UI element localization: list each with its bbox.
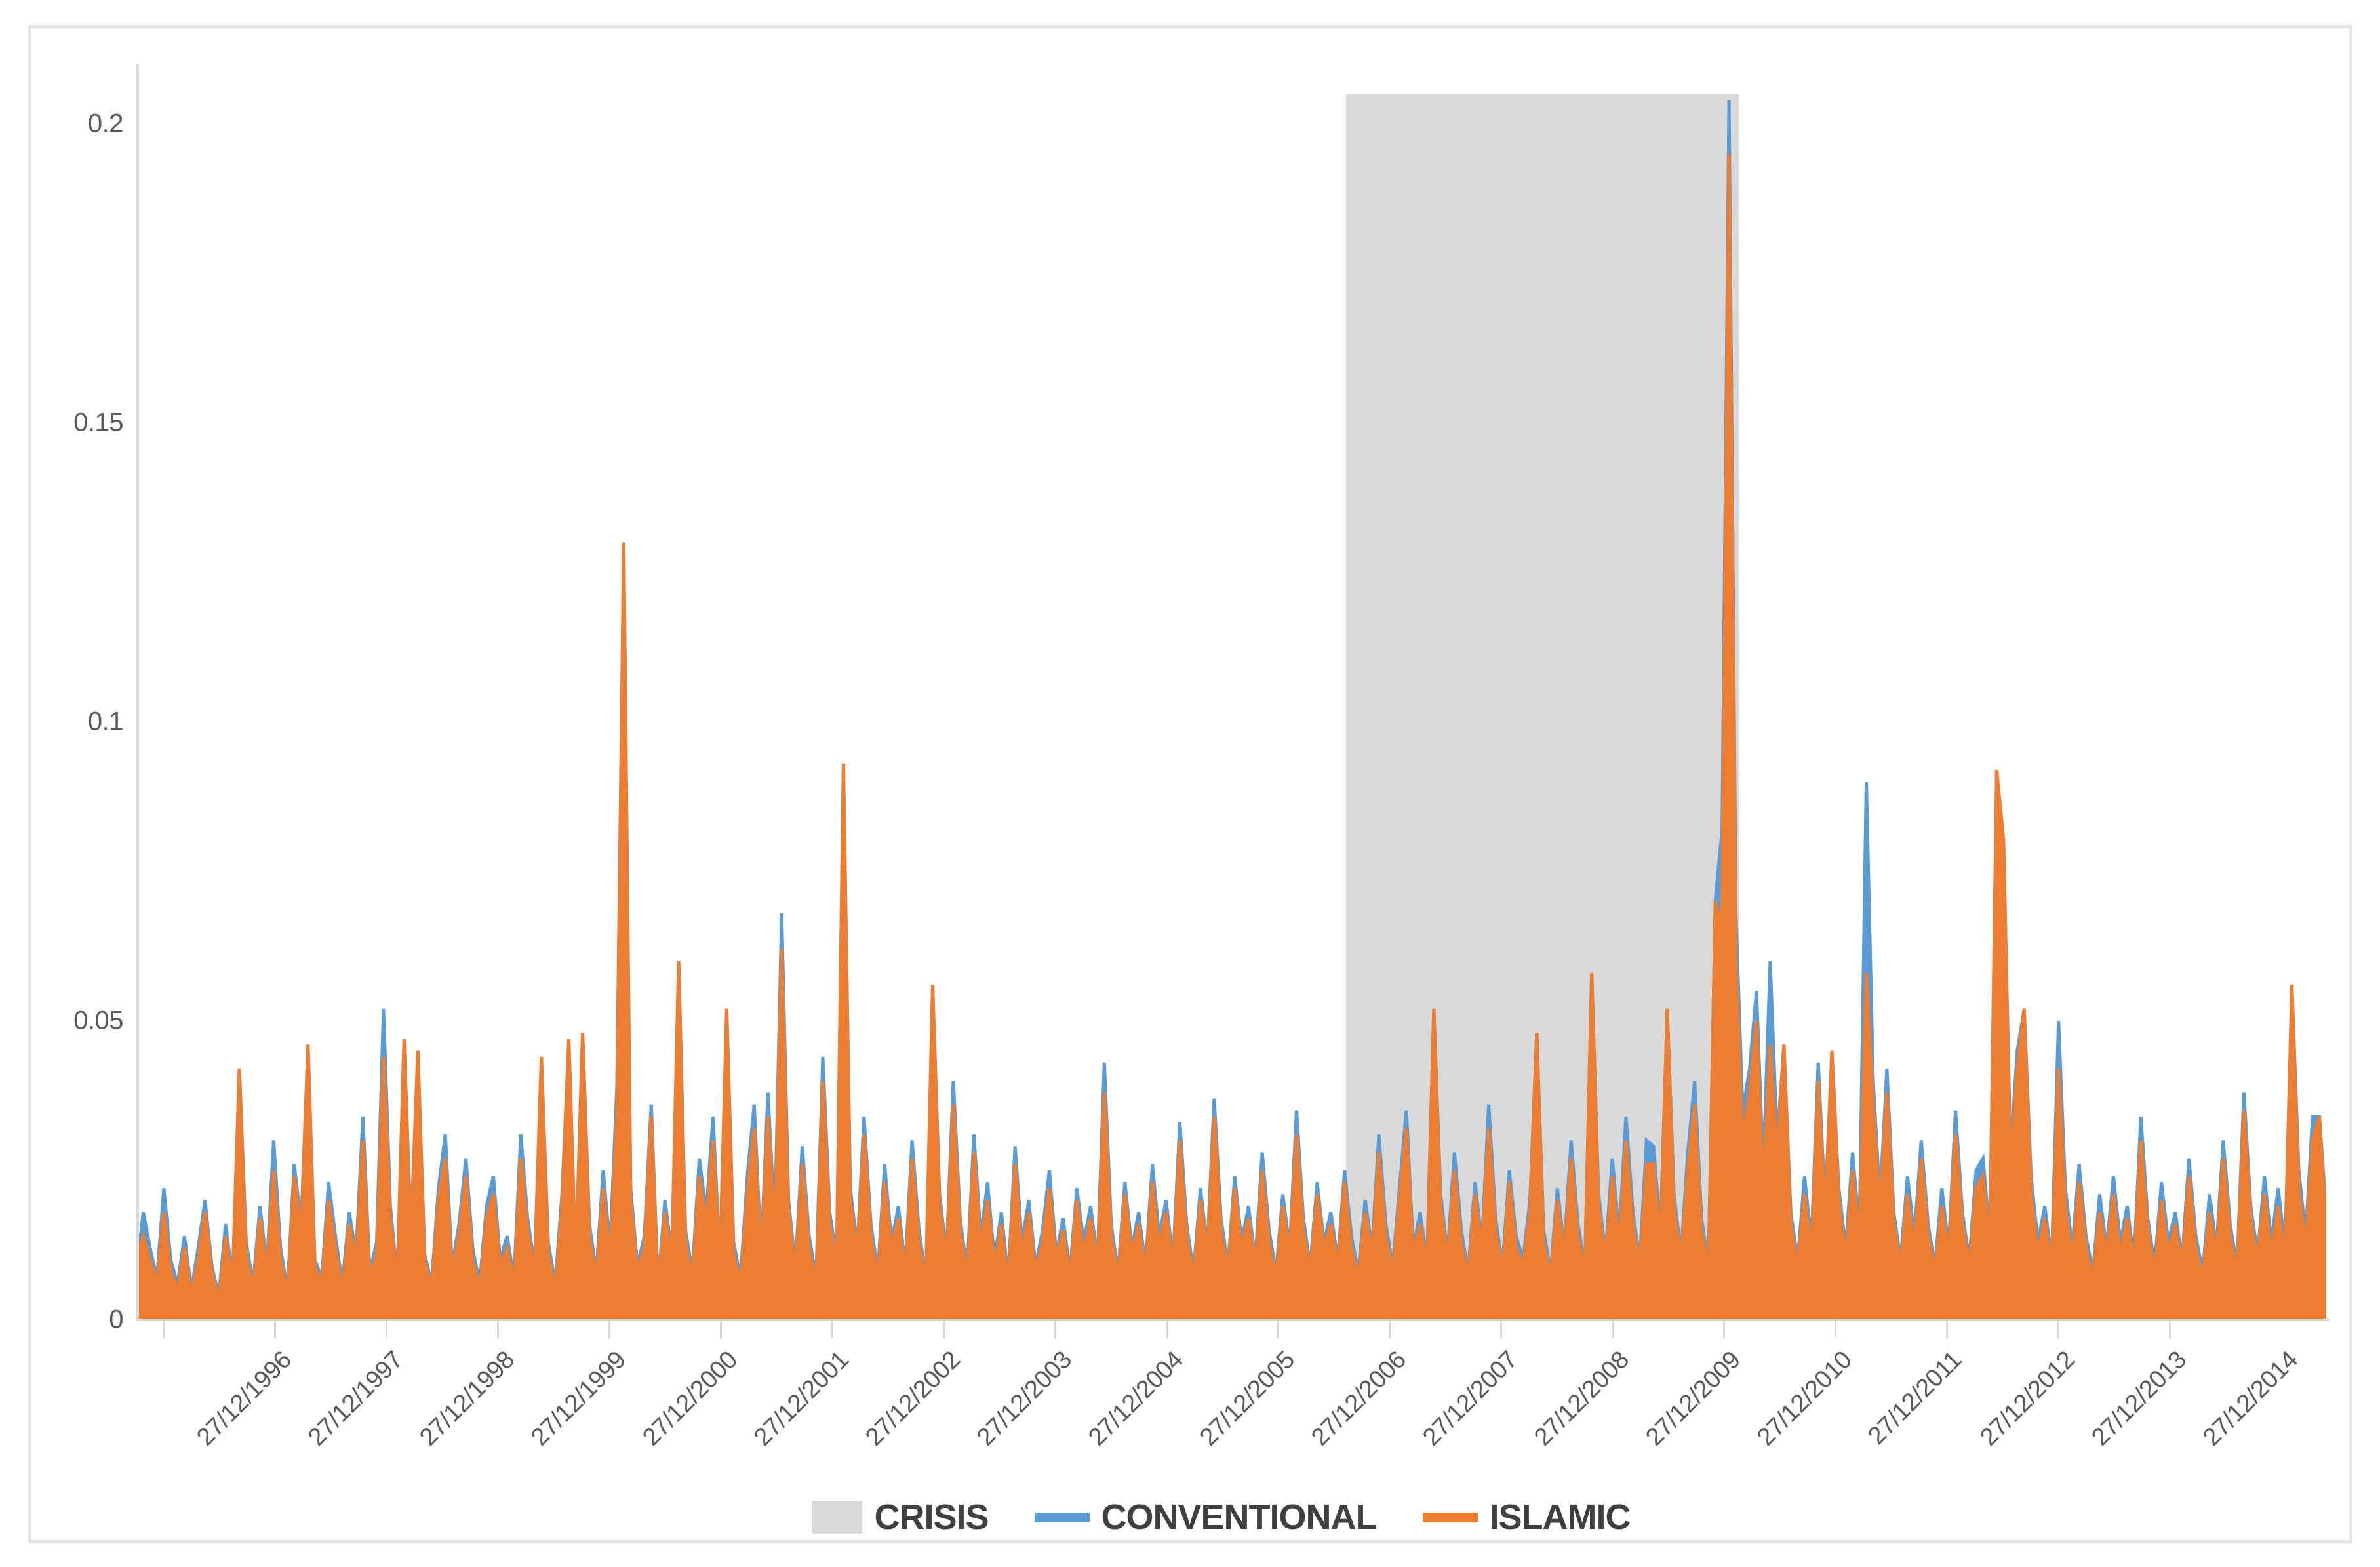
x-axis-tick-mark xyxy=(1389,1321,1391,1338)
x-axis-tick-mark xyxy=(1835,1321,1836,1338)
x-axis-tick-label: 27/12/2001 xyxy=(749,1346,854,1452)
x-axis-tick-mark xyxy=(831,1321,833,1338)
chart-root: 0 0.05 0.1 0.15 0.2 27/12/1996 27/12/1997 27/1… xyxy=(0,0,2380,1567)
x-axis-tick-mark xyxy=(1500,1321,1502,1338)
x-axis-tick-mark xyxy=(1612,1321,1614,1338)
x-axis-tick-label: 27/12/2000 xyxy=(637,1346,743,1452)
chart-legend: CRISIS CONVENTIONAL ISLAMIC xyxy=(31,1497,2380,1537)
y-axis-line xyxy=(136,64,139,1321)
y-axis-tick-label: 0.1 xyxy=(87,707,124,736)
legend-line-swatch-icon xyxy=(1422,1512,1478,1522)
legend-item-label: CONVENTIONAL xyxy=(1101,1498,1378,1537)
x-axis-line xyxy=(136,1319,2330,1321)
x-axis-tick-mark xyxy=(386,1321,387,1338)
x-axis-tick-label: 27/12/1996 xyxy=(191,1346,297,1452)
y-axis-tick-label: 0.2 xyxy=(87,109,124,138)
x-axis-tick-label: 27/12/2006 xyxy=(1306,1346,1412,1452)
legend-item-label: CRISIS xyxy=(874,1498,989,1537)
legend-line-swatch-icon xyxy=(1034,1512,1090,1522)
x-axis-tick-label: 27/12/2010 xyxy=(1752,1346,1857,1452)
x-axis-tick-mark xyxy=(608,1321,610,1338)
x-axis-tick-mark xyxy=(1054,1321,1056,1338)
x-axis-tick-label: 27/12/2003 xyxy=(972,1346,1077,1452)
x-axis-tick-mark xyxy=(1723,1321,1725,1338)
legend-item-islamic[interactable]: ISLAMIC xyxy=(1422,1497,1631,1537)
x-axis-tick-mark xyxy=(2057,1321,2059,1338)
y-axis-tick-label: 0.15 xyxy=(73,408,123,437)
x-axis-tick-label: 27/12/2005 xyxy=(1195,1346,1300,1452)
x-axis-tick-mark xyxy=(2169,1321,2171,1338)
x-axis-tick-label: 27/12/2004 xyxy=(1083,1346,1189,1452)
x-axis-tick-label: 27/12/1999 xyxy=(526,1346,631,1452)
x-axis-tick-mark xyxy=(1166,1321,1168,1338)
legend-item-conventional[interactable]: CONVENTIONAL xyxy=(1034,1497,1378,1537)
series-islamic-path xyxy=(136,153,2326,1320)
x-axis-tick-label: 27/12/1998 xyxy=(414,1346,520,1452)
x-axis-tick-label: 27/12/2007 xyxy=(1418,1346,1523,1452)
x-axis-tick-label: 27/12/2008 xyxy=(1529,1346,1635,1452)
series-plot xyxy=(136,100,2326,1320)
plot-area xyxy=(136,64,2326,1320)
x-axis-tick-label: 27/12/1997 xyxy=(303,1346,408,1452)
x-axis-tick-mark xyxy=(720,1321,722,1338)
x-axis-tick-label: 27/12/2002 xyxy=(860,1346,966,1452)
x-axis-tick-label: 27/12/2009 xyxy=(1640,1346,1746,1452)
legend-square-swatch-icon xyxy=(812,1501,863,1534)
y-axis-tick-label: 0 xyxy=(109,1305,123,1334)
x-axis-tick-mark xyxy=(943,1321,945,1338)
x-axis-tick-mark xyxy=(163,1321,165,1338)
x-axis-tick-mark xyxy=(274,1321,276,1338)
x-axis-tick-mark xyxy=(1277,1321,1279,1338)
legend-item-crisis[interactable]: CRISIS xyxy=(812,1497,989,1537)
x-axis-tick-label: 27/12/2014 xyxy=(2198,1346,2303,1452)
x-axis-tick-mark xyxy=(1946,1321,1948,1338)
chart-frame: 0 0.05 0.1 0.15 0.2 27/12/1996 27/12/1997 27/1… xyxy=(28,25,2352,1543)
y-axis-tick-label: 0.05 xyxy=(73,1006,123,1035)
x-axis-tick-label: 27/12/2011 xyxy=(1863,1346,1968,1450)
x-axis-tick-mark xyxy=(497,1321,499,1338)
legend-item-label: ISLAMIC xyxy=(1489,1498,1631,1537)
x-axis-tick-label: 27/12/2013 xyxy=(2086,1346,2192,1452)
x-axis-tick-label: 27/12/2012 xyxy=(1975,1346,2080,1452)
